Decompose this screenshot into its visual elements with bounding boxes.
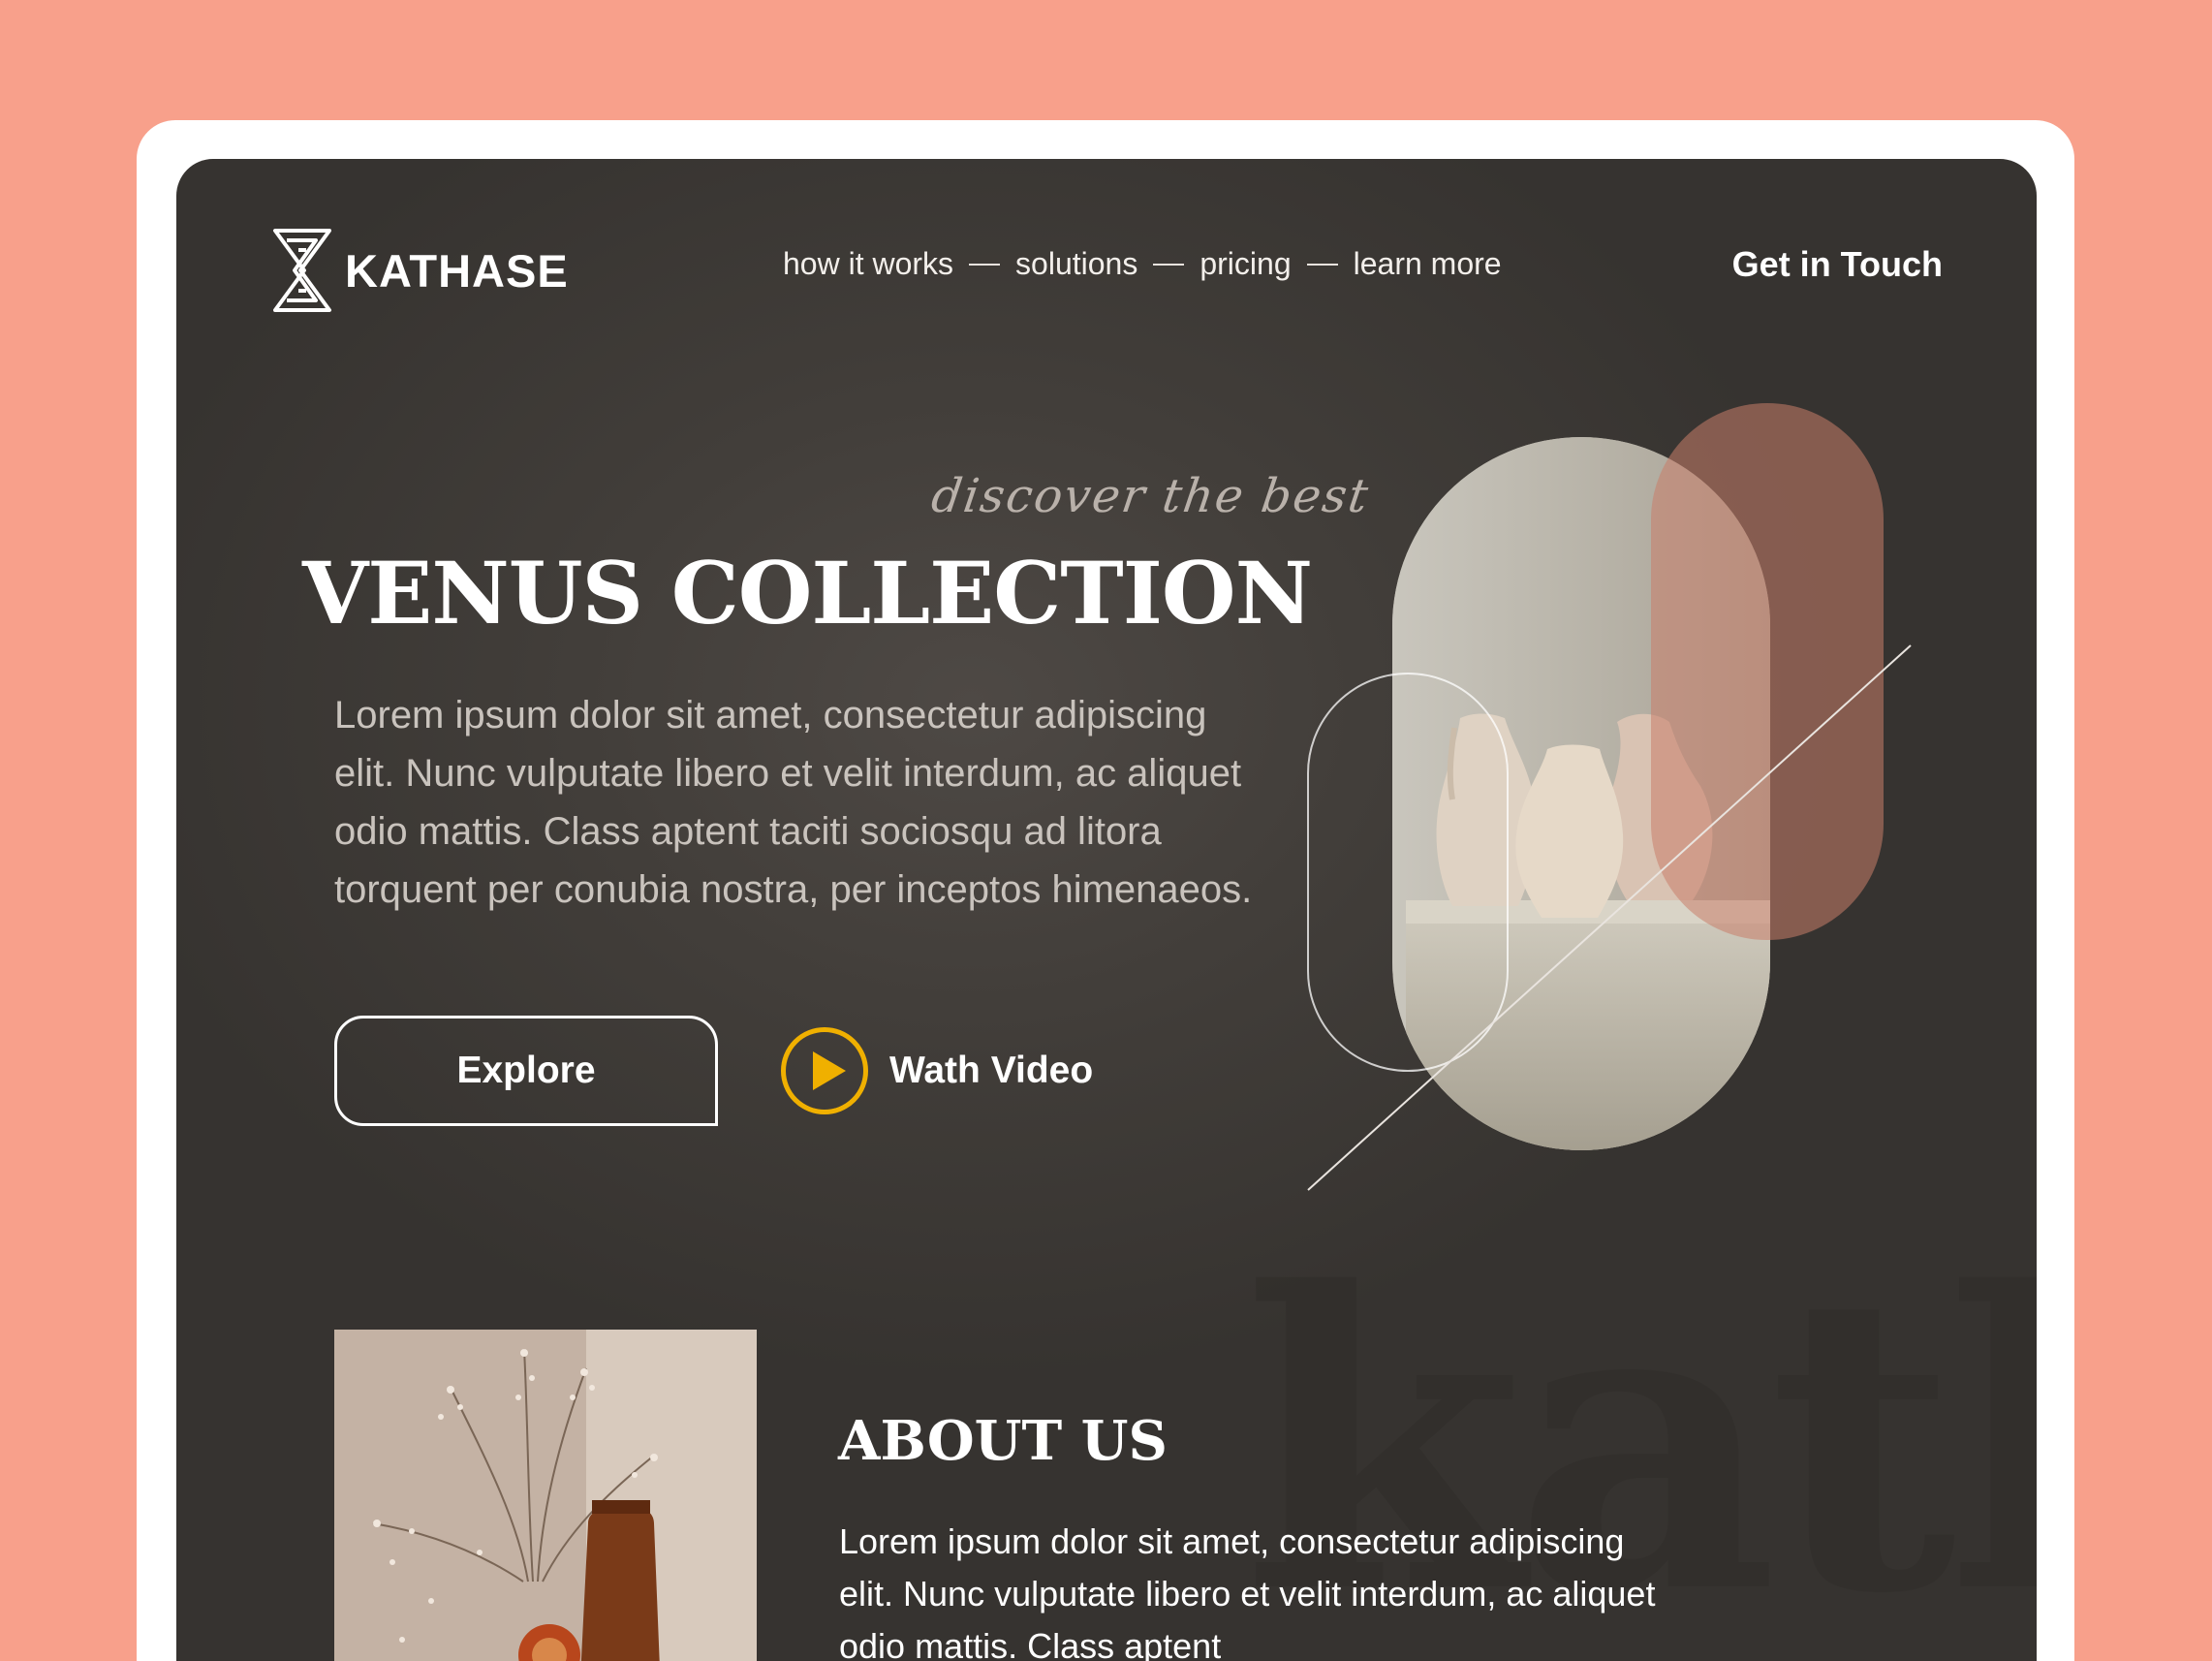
hero-description: Lorem ipsum dolor sit amet, consectetur … bbox=[334, 694, 1253, 911]
about-description: Lorem ipsum dolor sit amet, consectetur … bbox=[839, 1521, 1656, 1661]
play-icon bbox=[781, 1027, 868, 1114]
dried-flowers-photo bbox=[334, 1330, 757, 1661]
dried-flowers-illustration bbox=[334, 1330, 757, 1661]
get-in-touch-link[interactable]: Get in Touch bbox=[1732, 244, 1943, 285]
nav-learn-more[interactable]: learn more bbox=[1354, 246, 1502, 282]
brand-name: KATHASE bbox=[345, 244, 569, 297]
hero-kicker: discover the best bbox=[928, 469, 1374, 523]
nav-divider bbox=[969, 263, 1001, 266]
pink-pill-shape bbox=[1651, 403, 1884, 940]
main-nav: how it works solutions pricing learn mor… bbox=[783, 246, 1502, 282]
nav-divider bbox=[1153, 263, 1185, 266]
nav-how-it-works[interactable]: how it works bbox=[783, 246, 953, 282]
hourglass-logo-icon bbox=[273, 229, 331, 312]
explore-button[interactable]: Explore bbox=[334, 1016, 718, 1126]
nav-solutions[interactable]: solutions bbox=[1015, 246, 1137, 282]
nav-pricing[interactable]: pricing bbox=[1199, 246, 1291, 282]
website-screen: KATHASE how it works solutions pricing l… bbox=[176, 159, 2037, 1661]
watch-video-label: Wath Video bbox=[889, 1050, 1094, 1091]
outline-pill-shape bbox=[1307, 673, 1509, 1072]
watch-video-button[interactable]: Wath Video bbox=[781, 1027, 1093, 1114]
hero-title: VENUS COLLECTION bbox=[302, 543, 1313, 643]
about-title: ABOUT US bbox=[838, 1409, 1168, 1473]
nav-divider bbox=[1306, 263, 1338, 266]
brand-logo[interactable]: KATHASE bbox=[271, 227, 569, 314]
